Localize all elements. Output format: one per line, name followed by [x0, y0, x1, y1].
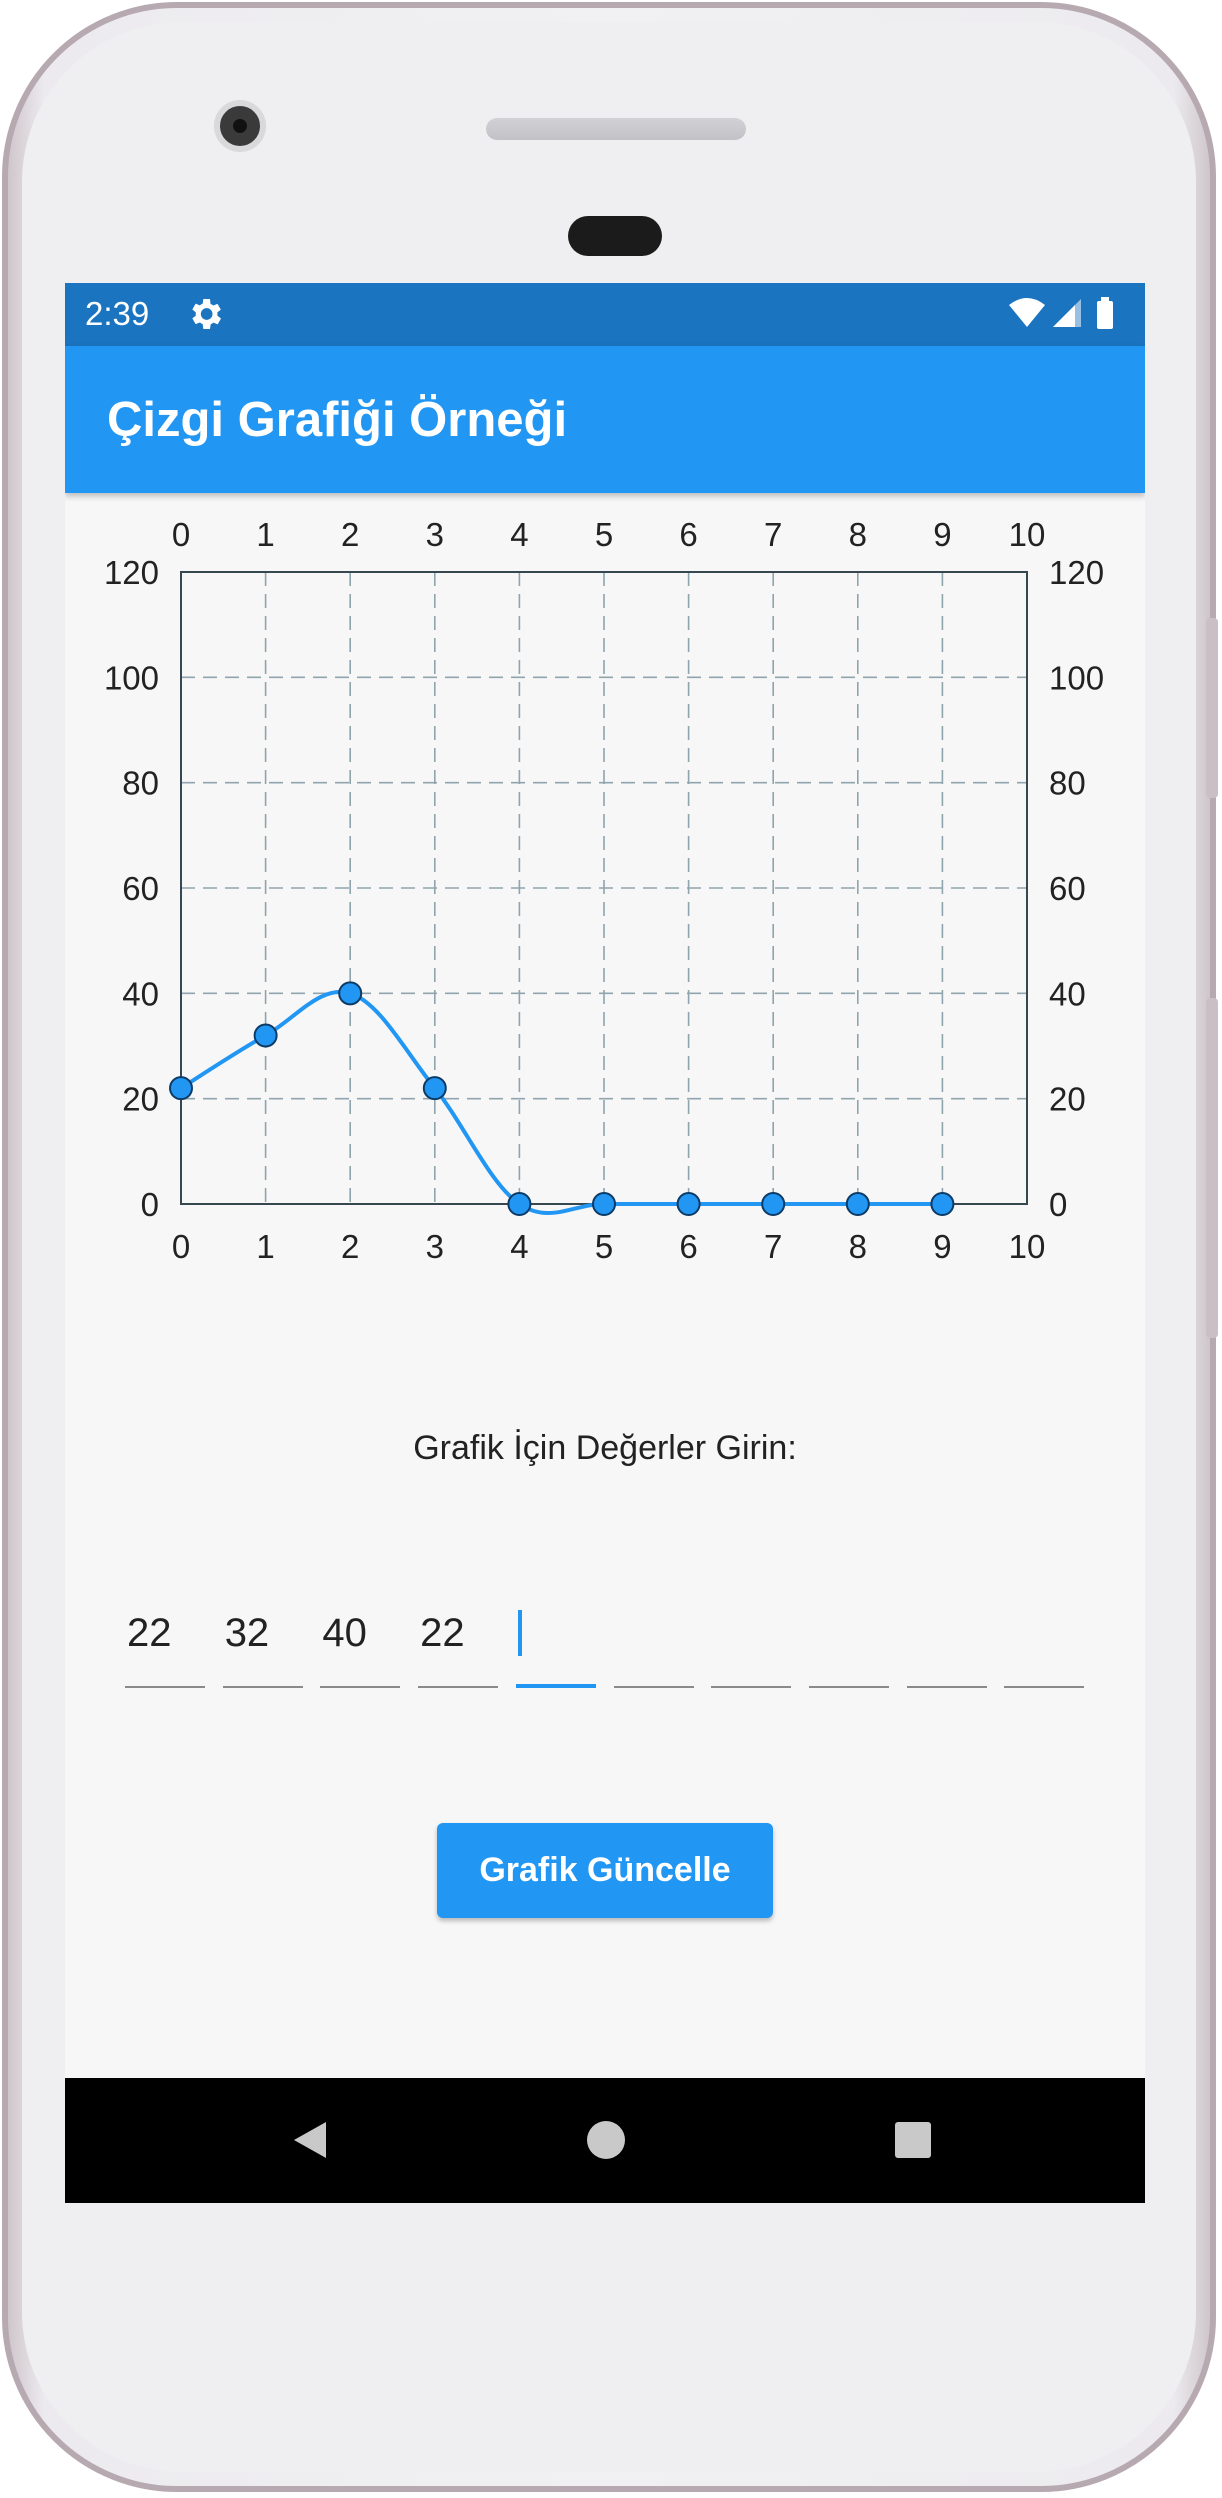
y-tick-label-right: 100 — [1049, 659, 1104, 696]
update-chart-button[interactable]: Grafik Güncelle — [437, 1823, 773, 1918]
y-tick-label-left: 60 — [122, 870, 159, 907]
earpiece-speaker — [486, 118, 746, 140]
recent-apps-icon[interactable] — [895, 2122, 931, 2158]
y-tick-label-left: 40 — [122, 975, 159, 1012]
input-underline — [906, 1686, 987, 1688]
x-tick-label-bottom: 6 — [679, 1228, 697, 1265]
y-tick-label-right: 40 — [1049, 975, 1086, 1012]
y-tick-label-right: 20 — [1049, 1081, 1086, 1118]
app-bar: Çizgi Grafiği Örneği — [65, 346, 1145, 493]
input-underline — [125, 1686, 205, 1688]
x-tick-label-top: 10 — [1009, 516, 1046, 553]
input-value: 22 — [420, 1611, 465, 1655]
x-tick-label-top: 5 — [595, 516, 613, 553]
x-tick-label-bottom: 4 — [510, 1228, 528, 1265]
input-value: 32 — [224, 1611, 270, 1655]
navigation-bar — [65, 2078, 1145, 2203]
data-point — [761, 1192, 786, 1216]
wifi-icon — [1009, 298, 1045, 327]
data-point — [845, 1192, 870, 1216]
y-tick-label-left: 0 — [141, 1186, 159, 1223]
x-tick-label-bottom: 1 — [256, 1228, 274, 1265]
data-point — [592, 1192, 616, 1216]
device-screen: 2:39 Çizgi Grafiği Örneği 00112233445566… — [65, 283, 1145, 2203]
y-tick-label-left: 100 — [104, 659, 159, 696]
data-point — [507, 1192, 532, 1216]
proximity-sensor — [568, 216, 662, 256]
gear-icon — [192, 299, 221, 329]
x-tick-label-top: 3 — [426, 516, 444, 553]
y-tick-label-right: 120 — [1049, 554, 1104, 591]
input-prompt: Grafik İçin Değerler Girin: — [413, 1429, 797, 1467]
front-camera — [214, 100, 266, 152]
input-underline — [1004, 1686, 1085, 1688]
y-tick-label-left: 120 — [104, 554, 159, 591]
value-input-9[interactable] — [906, 1608, 987, 1688]
value-input-8[interactable] — [808, 1608, 889, 1688]
x-tick-label-top: 4 — [510, 516, 528, 553]
input-underline — [418, 1686, 499, 1688]
input-underline — [222, 1686, 303, 1688]
input-underline — [613, 1686, 694, 1688]
x-tick-label-bottom: 3 — [426, 1228, 444, 1265]
x-tick-label-top: 8 — [849, 516, 867, 553]
x-tick-label-bottom: 2 — [341, 1228, 359, 1265]
text-cursor — [517, 1610, 522, 1656]
value-input-4[interactable]: 22 — [418, 1608, 499, 1688]
x-tick-label-bottom: 0 — [172, 1228, 190, 1265]
input-underline — [711, 1686, 792, 1688]
x-tick-label-top: 6 — [679, 516, 697, 553]
power-button — [1206, 618, 1218, 798]
input-underline — [808, 1686, 889, 1688]
data-point — [422, 1076, 447, 1101]
x-tick-label-bottom: 9 — [933, 1228, 951, 1265]
value-input-3[interactable]: 40 — [320, 1608, 401, 1688]
x-tick-label-top: 9 — [933, 516, 951, 553]
back-icon[interactable] — [290, 2120, 330, 2160]
value-input-2[interactable]: 32 — [222, 1608, 303, 1688]
x-tick-label-bottom: 7 — [764, 1228, 782, 1265]
volume-button — [1206, 998, 1218, 1338]
y-tick-label-right: 0 — [1049, 1186, 1067, 1223]
value-input-1[interactable]: 22 — [125, 1608, 205, 1688]
data-point — [253, 1023, 278, 1048]
value-input-10[interactable] — [1004, 1608, 1085, 1688]
input-underline — [320, 1686, 401, 1688]
x-tick-label-bottom: 10 — [1009, 1228, 1046, 1265]
x-tick-label-bottom: 8 — [849, 1228, 867, 1265]
data-point — [169, 1076, 193, 1101]
value-input-7[interactable] — [711, 1608, 792, 1688]
y-tick-label-right: 60 — [1049, 870, 1086, 907]
y-tick-label-left: 80 — [122, 765, 159, 802]
value-input-6[interactable] — [613, 1608, 694, 1688]
x-tick-label-top: 1 — [256, 516, 274, 553]
line-chart: 0011223344556677889910100 020 2040 4060 6080… — [104, 516, 1104, 1265]
x-tick-label-top: 7 — [764, 516, 782, 553]
status-time: 2:39 — [85, 295, 150, 332]
app-title: Çizgi Grafiği Örneği — [107, 393, 568, 447]
value-input-5[interactable] — [515, 1608, 596, 1688]
y-tick-label-right: 80 — [1049, 765, 1086, 802]
battery-icon — [1097, 297, 1113, 329]
data-point — [338, 981, 363, 1006]
input-value: 22 — [127, 1611, 172, 1655]
x-tick-label-top: 0 — [172, 516, 190, 553]
status-bar: 2:39 — [65, 283, 1145, 346]
input-value: 40 — [322, 1611, 367, 1655]
x-tick-label-top: 2 — [341, 516, 359, 553]
home-icon[interactable] — [587, 2121, 625, 2159]
y-tick-label-left: 20 — [122, 1081, 159, 1118]
value-input-row: 22 32 40 22 — [125, 1608, 1085, 1688]
input-underline — [515, 1684, 596, 1688]
signal-icon — [1053, 299, 1081, 327]
x-tick-label-bottom: 5 — [595, 1228, 613, 1265]
data-point — [676, 1192, 701, 1216]
data-point — [930, 1192, 955, 1216]
